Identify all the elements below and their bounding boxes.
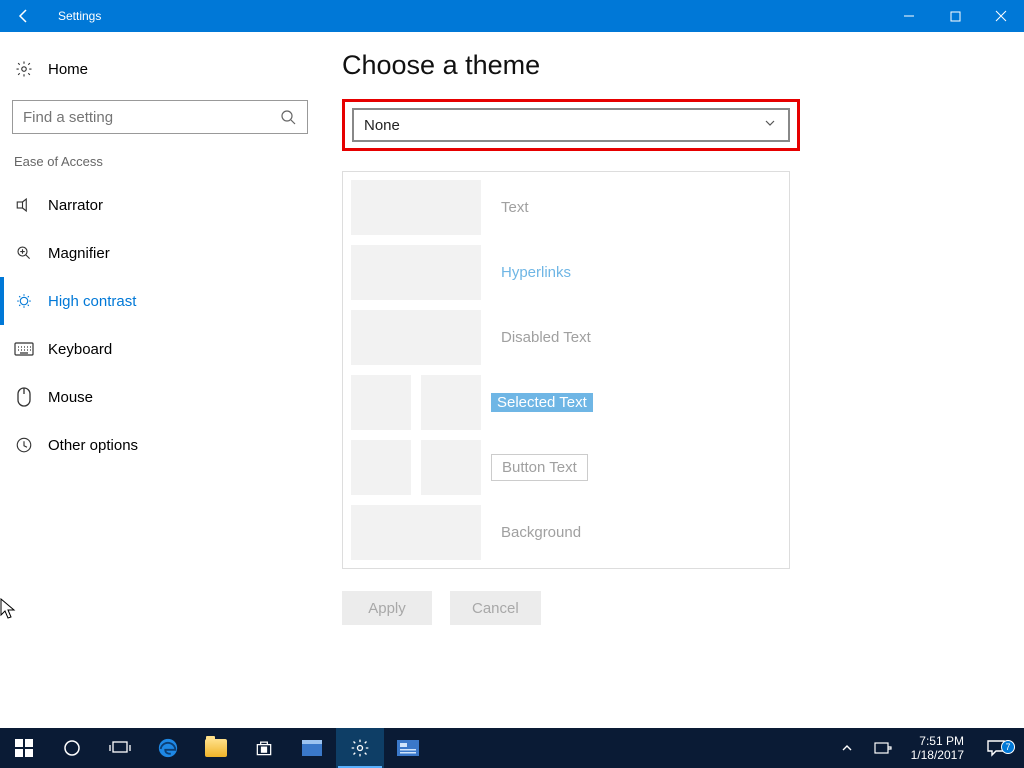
mouse-icon — [14, 387, 34, 407]
folder-icon — [205, 739, 227, 757]
sidebar-item-other-options[interactable]: Other options — [0, 421, 308, 469]
sidebar-item-keyboard[interactable]: Keyboard — [0, 325, 308, 373]
sidebar-item-label: Magnifier — [48, 245, 110, 262]
close-button[interactable] — [978, 0, 1024, 32]
minimize-button[interactable] — [886, 0, 932, 32]
home-label: Home — [48, 61, 88, 78]
swatch-button-bg[interactable] — [421, 440, 481, 495]
preview-label: Selected Text — [491, 393, 593, 412]
keyboard-icon — [14, 339, 34, 359]
preview-label: Text — [491, 199, 529, 216]
sidebar-item-mouse[interactable]: Mouse — [0, 373, 308, 421]
swatch-background[interactable] — [351, 505, 481, 560]
action-center-badge: 7 — [1001, 740, 1015, 754]
preview-label: Hyperlinks — [491, 264, 571, 281]
sidebar-item-narrator[interactable]: Narrator — [0, 181, 308, 229]
swatch-disabled[interactable] — [351, 310, 481, 365]
sidebar-item-label: Narrator — [48, 197, 103, 214]
search-input[interactable] — [12, 100, 308, 134]
swatch-selected-bg[interactable] — [421, 375, 481, 430]
back-button[interactable] — [0, 0, 48, 32]
magnifier-icon — [14, 243, 34, 263]
sidebar: Home Ease of Access Narrator — [0, 32, 320, 728]
main-pane: Choose a theme None Text Hyperlinks Disa… — [320, 32, 1024, 728]
sidebar-item-magnifier[interactable]: Magnifier — [0, 229, 308, 277]
taskbar: 7:51 PM 1/18/2017 7 — [0, 728, 1024, 768]
taskbar-settings[interactable] — [336, 728, 384, 768]
preview-row-selected: Selected Text — [351, 375, 781, 430]
high-contrast-icon — [14, 291, 34, 311]
swatch-button-fg[interactable] — [351, 440, 411, 495]
category-label: Ease of Access — [14, 154, 308, 169]
theme-preview: Text Hyperlinks Disabled Text Selected T… — [342, 171, 790, 569]
swatch-selected-fg[interactable] — [351, 375, 411, 430]
tray-overflow-button[interactable] — [829, 742, 865, 754]
narrator-icon — [14, 195, 34, 215]
preview-row-background: Background — [351, 505, 781, 560]
preview-row-button: Button Text — [351, 440, 781, 495]
search-icon — [279, 109, 297, 125]
preview-row-disabled: Disabled Text — [351, 310, 781, 365]
theme-dropdown[interactable]: None — [352, 108, 790, 142]
clock-time: 7:51 PM — [911, 734, 964, 748]
taskbar-store[interactable] — [240, 728, 288, 768]
other-options-icon — [14, 435, 34, 455]
preview-label: Disabled Text — [491, 329, 591, 346]
dropdown-value: None — [364, 117, 400, 134]
taskbar-app-2[interactable] — [384, 728, 432, 768]
window-titlebar: Settings — [0, 0, 1024, 32]
cancel-button[interactable]: Cancel — [450, 591, 541, 625]
preview-row-text: Text — [351, 180, 781, 235]
dropdown-highlight: None — [342, 99, 800, 151]
task-view-button[interactable] — [96, 728, 144, 768]
preview-label: Background — [491, 524, 581, 541]
taskbar-edge[interactable] — [144, 728, 192, 768]
home-button[interactable]: Home — [12, 46, 308, 92]
sidebar-item-label: Other options — [48, 437, 138, 454]
swatch-text[interactable] — [351, 180, 481, 235]
maximize-button[interactable] — [932, 0, 978, 32]
page-title: Choose a theme — [342, 50, 1004, 81]
cortana-button[interactable] — [48, 728, 96, 768]
sidebar-item-label: High contrast — [48, 293, 136, 310]
preview-label: Button Text — [491, 454, 588, 481]
clock-date: 1/18/2017 — [911, 748, 964, 762]
taskbar-clock[interactable]: 7:51 PM 1/18/2017 — [901, 734, 974, 762]
search-field[interactable] — [23, 109, 279, 126]
chevron-down-icon — [764, 116, 778, 134]
taskbar-file-explorer[interactable] — [192, 728, 240, 768]
preview-row-hyperlinks: Hyperlinks — [351, 245, 781, 300]
swatch-hyperlinks[interactable] — [351, 245, 481, 300]
sidebar-item-label: Keyboard — [48, 341, 112, 358]
tray-network-icon[interactable] — [865, 741, 901, 755]
sidebar-item-label: Mouse — [48, 389, 93, 406]
window-title: Settings — [48, 0, 886, 32]
action-center-button[interactable]: 7 — [974, 739, 1018, 757]
sidebar-item-high-contrast[interactable]: High contrast — [0, 277, 308, 325]
nav-list: Narrator Magnifier High contrast — [0, 181, 308, 469]
gear-icon — [14, 59, 34, 79]
apply-button[interactable]: Apply — [342, 591, 432, 625]
taskbar-app-1[interactable] — [288, 728, 336, 768]
start-button[interactable] — [0, 728, 48, 768]
